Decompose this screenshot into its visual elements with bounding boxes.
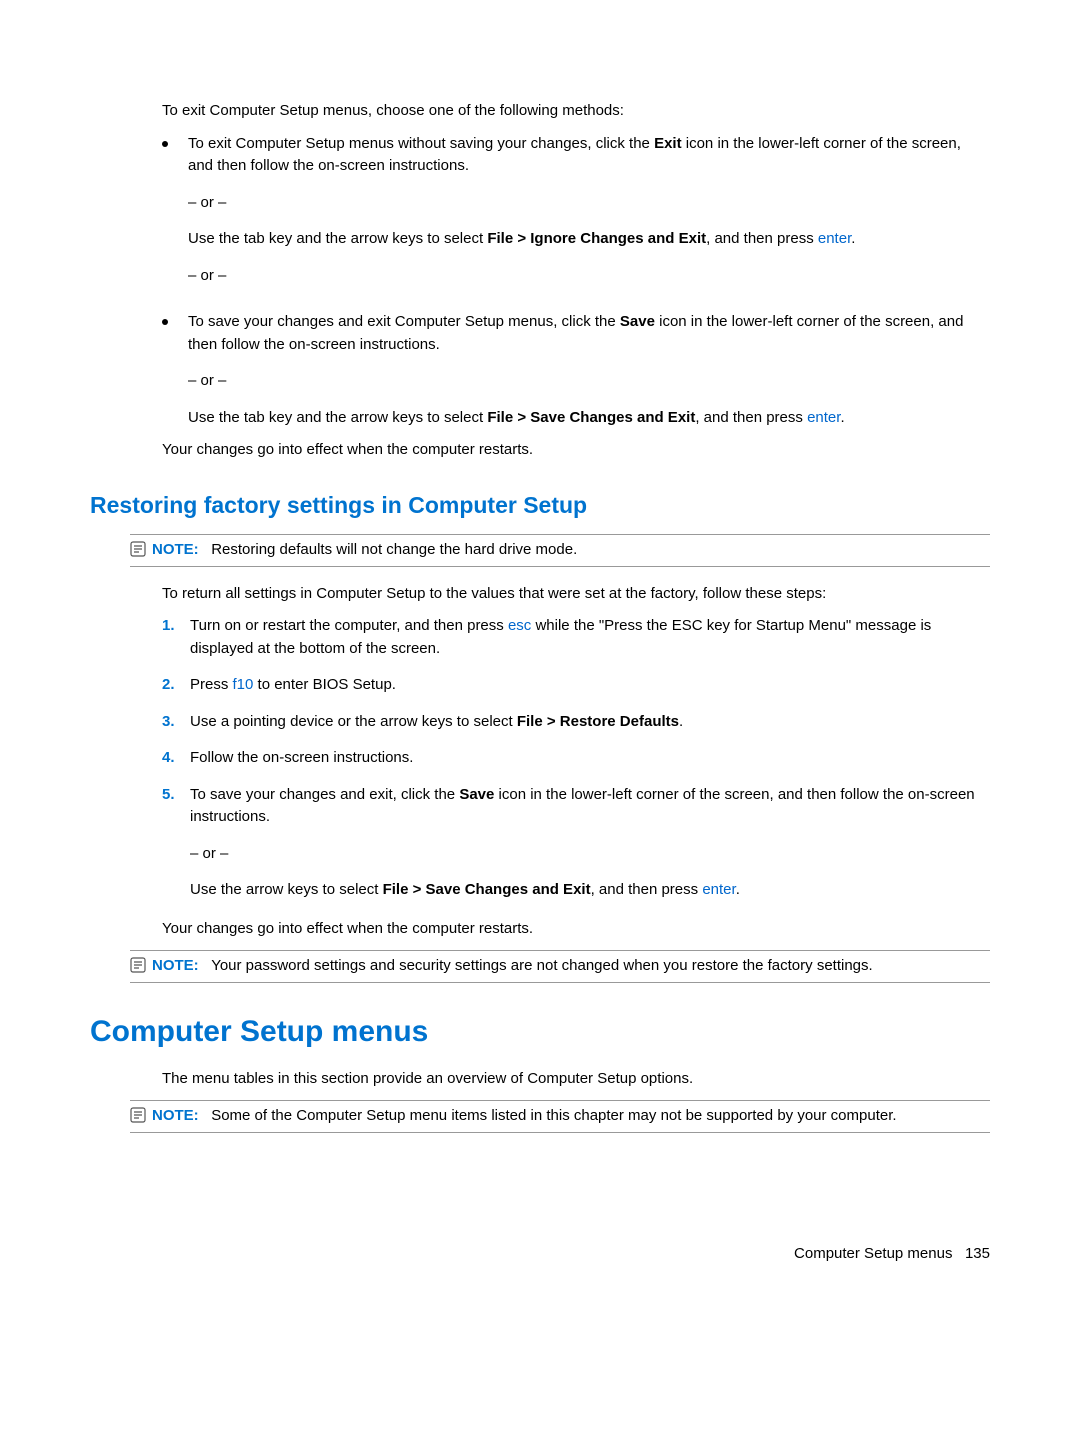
or-divider: – or – xyxy=(188,370,990,393)
step-5: 5. To save your changes and exit, click … xyxy=(162,784,990,902)
page-footer: Computer Setup menus 135 xyxy=(90,1243,990,1266)
or-divider: – or – xyxy=(190,843,990,866)
body-text: , and then press xyxy=(591,881,703,898)
bold-menu-path: File > Restore Defaults xyxy=(517,713,679,730)
note-text-content: Some of the Computer Setup menu items li… xyxy=(211,1107,896,1124)
changes-effect-para: Your changes go into effect when the com… xyxy=(162,918,990,941)
key-enter: enter xyxy=(807,409,840,426)
key-enter: enter xyxy=(818,230,851,247)
body-text: , and then press xyxy=(695,409,807,426)
note-icon xyxy=(130,957,146,973)
body-text: To save your changes and exit, click the xyxy=(190,786,459,803)
body-text: . xyxy=(840,409,844,426)
bold-save: Save xyxy=(620,313,655,330)
bullet-dot-icon xyxy=(162,319,168,325)
body-text: Use the tab key and the arrow keys to se… xyxy=(188,230,487,247)
body-text: . xyxy=(679,713,683,730)
body-text: Use the tab key and the arrow keys to se… xyxy=(188,409,487,426)
step-number: 5. xyxy=(162,784,190,902)
note-text-content: Restoring defaults will not change the h… xyxy=(211,541,577,558)
bold-menu-path: File > Ignore Changes and Exit xyxy=(487,230,706,247)
note-box: NOTE: Your password settings and securit… xyxy=(130,950,990,983)
key-enter: enter xyxy=(702,881,735,898)
step-number: 1. xyxy=(162,615,190,660)
changes-effect-para: Your changes go into effect when the com… xyxy=(162,439,990,462)
body-text: To save your changes and exit Computer S… xyxy=(188,313,620,330)
or-divider: – or – xyxy=(188,265,990,288)
bold-save: Save xyxy=(459,786,494,803)
body-text: To exit Computer Setup menus without sav… xyxy=(188,135,654,152)
note-text-content: Your password settings and security sett… xyxy=(211,957,873,974)
step-4: 4. Follow the on-screen instructions. xyxy=(162,747,990,770)
body-text: . xyxy=(851,230,855,247)
step-2: 2. Press f10 to enter BIOS Setup. xyxy=(162,674,990,697)
body-text: Follow the on-screen instructions. xyxy=(190,747,990,770)
note-label: NOTE: xyxy=(152,957,199,974)
footer-section-title: Computer Setup menus xyxy=(794,1245,952,1262)
bold-menu-path: File > Save Changes and Exit xyxy=(487,409,695,426)
body-text: Turn on or restart the computer, and the… xyxy=(190,617,508,634)
step-number: 4. xyxy=(162,747,190,770)
section2-intro: The menu tables in this section provide … xyxy=(162,1068,990,1091)
bold-menu-path: File > Save Changes and Exit xyxy=(383,881,591,898)
step-1: 1. Turn on or restart the computer, and … xyxy=(162,615,990,660)
intro-para: To exit Computer Setup menus, choose one… xyxy=(162,100,990,123)
body-text: Use a pointing device or the arrow keys … xyxy=(190,713,517,730)
step-number: 3. xyxy=(162,711,190,734)
key-esc: esc xyxy=(508,617,531,634)
note-icon xyxy=(130,541,146,557)
step-3: 3. Use a pointing device or the arrow ke… xyxy=(162,711,990,734)
note-box: NOTE: Restoring defaults will not change… xyxy=(130,534,990,567)
bullet-dot-icon xyxy=(162,141,168,147)
note-box: NOTE: Some of the Computer Setup menu it… xyxy=(130,1100,990,1133)
bullet-item-save: To save your changes and exit Computer S… xyxy=(162,311,990,429)
body-text: . xyxy=(736,881,740,898)
or-divider: – or – xyxy=(188,192,990,215)
body-text: Press xyxy=(190,676,233,693)
section1-intro: To return all settings in Computer Setup… xyxy=(162,583,990,606)
body-text: , and then press xyxy=(706,230,818,247)
note-icon xyxy=(130,1107,146,1123)
note-label: NOTE: xyxy=(152,541,199,558)
heading-computer-setup-menus: Computer Setup menus xyxy=(90,1009,990,1054)
bullet-item-exit: To exit Computer Setup menus without sav… xyxy=(162,133,990,302)
step-number: 2. xyxy=(162,674,190,697)
heading-restoring-factory: Restoring factory settings in Computer S… xyxy=(90,488,990,523)
footer-page-number: 135 xyxy=(965,1245,990,1262)
body-text: Use the arrow keys to select xyxy=(190,881,383,898)
note-label: NOTE: xyxy=(152,1107,199,1124)
key-f10: f10 xyxy=(233,676,254,693)
body-text: to enter BIOS Setup. xyxy=(253,676,396,693)
bold-exit: Exit xyxy=(654,135,682,152)
